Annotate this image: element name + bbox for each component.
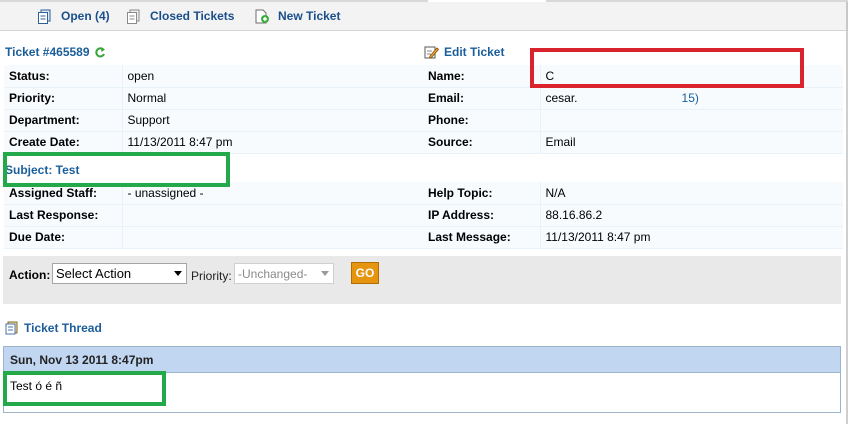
- go-button[interactable]: GO: [351, 262, 379, 284]
- new-ticket-icon: [255, 9, 269, 23]
- department-label: Department:: [4, 109, 123, 132]
- ip-address-label: IP Address:: [423, 204, 541, 227]
- table-row: Last Message: 11/13/2011 8:47 pm: [423, 226, 843, 249]
- nav-open-tickets[interactable]: Open (4): [37, 7, 110, 25]
- edit-ticket-label: Edit Ticket: [444, 45, 505, 59]
- table-row: Source: Email: [423, 131, 843, 154]
- phone-label: Phone:: [423, 109, 541, 132]
- ticket-info-left: Status: open Priority: Normal Department: S…: [4, 65, 424, 154]
- due-date-label: Due Date:: [4, 226, 123, 249]
- last-response-label: Last Response:: [4, 204, 123, 227]
- priority-select[interactable]: -Unchanged-: [234, 263, 334, 284]
- status-value: open: [122, 65, 424, 88]
- priority-value: Normal: [122, 87, 424, 110]
- email-label: Email:: [423, 87, 541, 110]
- nav-closed-label: Closed Tickets: [150, 9, 235, 23]
- ip-address-value: 88.16.86.2: [540, 204, 843, 227]
- email-value: cesar. 15): [540, 87, 843, 110]
- action-select-value: Select Action: [56, 266, 132, 281]
- nav-closed-tickets[interactable]: Closed Tickets: [126, 7, 234, 25]
- table-row: Due Date:: [4, 226, 424, 249]
- edit-pencil-icon: [424, 46, 439, 59]
- nav-new-ticket[interactable]: New Ticket: [254, 7, 340, 25]
- action-label: Action:: [9, 268, 51, 282]
- table-row: Help Topic: N/A: [423, 182, 843, 205]
- chevron-down-icon: [321, 271, 329, 276]
- help-topic-label: Help Topic:: [423, 182, 541, 205]
- thread-icon: [5, 321, 18, 335]
- highlight-box-red: [530, 48, 804, 88]
- open-tickets-icon: [38, 9, 51, 24]
- last-response-value: [122, 204, 424, 227]
- ticket-thread-link[interactable]: Ticket Thread: [5, 321, 102, 335]
- priority-select-value: -Unchanged-: [238, 266, 308, 281]
- phone-value: [540, 109, 843, 132]
- email-prefix: cesar.: [545, 91, 578, 105]
- ticket-info-left-2: Assigned Staff: - unassigned - Last Respo…: [4, 182, 424, 249]
- ticket-number: Ticket #465589: [5, 45, 90, 59]
- table-row: IP Address: 88.16.86.2: [423, 204, 843, 227]
- ticket-info-right-2: Help Topic: N/A IP Address: 88.16.86.2 Las…: [423, 182, 843, 249]
- table-row: Phone:: [423, 109, 843, 132]
- action-select[interactable]: Select Action: [52, 263, 187, 284]
- table-row: Priority: Normal: [4, 87, 424, 110]
- name-label: Name:: [423, 65, 541, 88]
- last-message-label: Last Message:: [423, 226, 541, 249]
- source-value: Email: [540, 131, 843, 154]
- table-row: Last Response:: [4, 204, 424, 227]
- refresh-icon[interactable]: [94, 46, 106, 59]
- ticket-thread-label: Ticket Thread: [24, 321, 102, 335]
- department-value: Support: [122, 109, 424, 132]
- status-label: Status:: [4, 65, 123, 88]
- help-topic-value: N/A: [540, 182, 843, 205]
- last-message-value: 11/13/2011 8:47 pm: [540, 226, 843, 249]
- thread-message-header: Sun, Nov 13 2011 8:47pm: [4, 347, 840, 373]
- email-suffix[interactable]: 15): [682, 91, 699, 105]
- create-date-label: Create Date:: [4, 131, 123, 154]
- ticket-action-bar: Action: Select Action Priority: -Unchang…: [3, 256, 841, 304]
- chevron-down-icon: [174, 271, 182, 276]
- closed-tickets-icon: [127, 9, 140, 24]
- create-date-value: 11/13/2011 8:47 pm: [122, 131, 424, 154]
- highlight-box-subject: [3, 152, 230, 187]
- table-row: Department: Support: [4, 109, 424, 132]
- table-row: Create Date: 11/13/2011 8:47 pm: [4, 131, 424, 154]
- ticket-nav-bar: Open (4) Closed Tickets New Ticket: [0, 2, 848, 31]
- ticket-title: Ticket #465589: [5, 45, 106, 59]
- due-date-value: [122, 226, 424, 249]
- edit-ticket-link[interactable]: Edit Ticket: [424, 45, 504, 59]
- highlight-box-message: [3, 371, 166, 406]
- nav-new-label: New Ticket: [278, 9, 341, 23]
- table-row: Email: cesar. 15): [423, 87, 843, 110]
- nav-open-label: Open (4): [61, 9, 110, 23]
- source-label: Source:: [423, 131, 541, 154]
- priority-label: Priority:: [4, 87, 123, 110]
- table-row: Status: open: [4, 65, 424, 88]
- priority-select-label: Priority:: [191, 269, 232, 283]
